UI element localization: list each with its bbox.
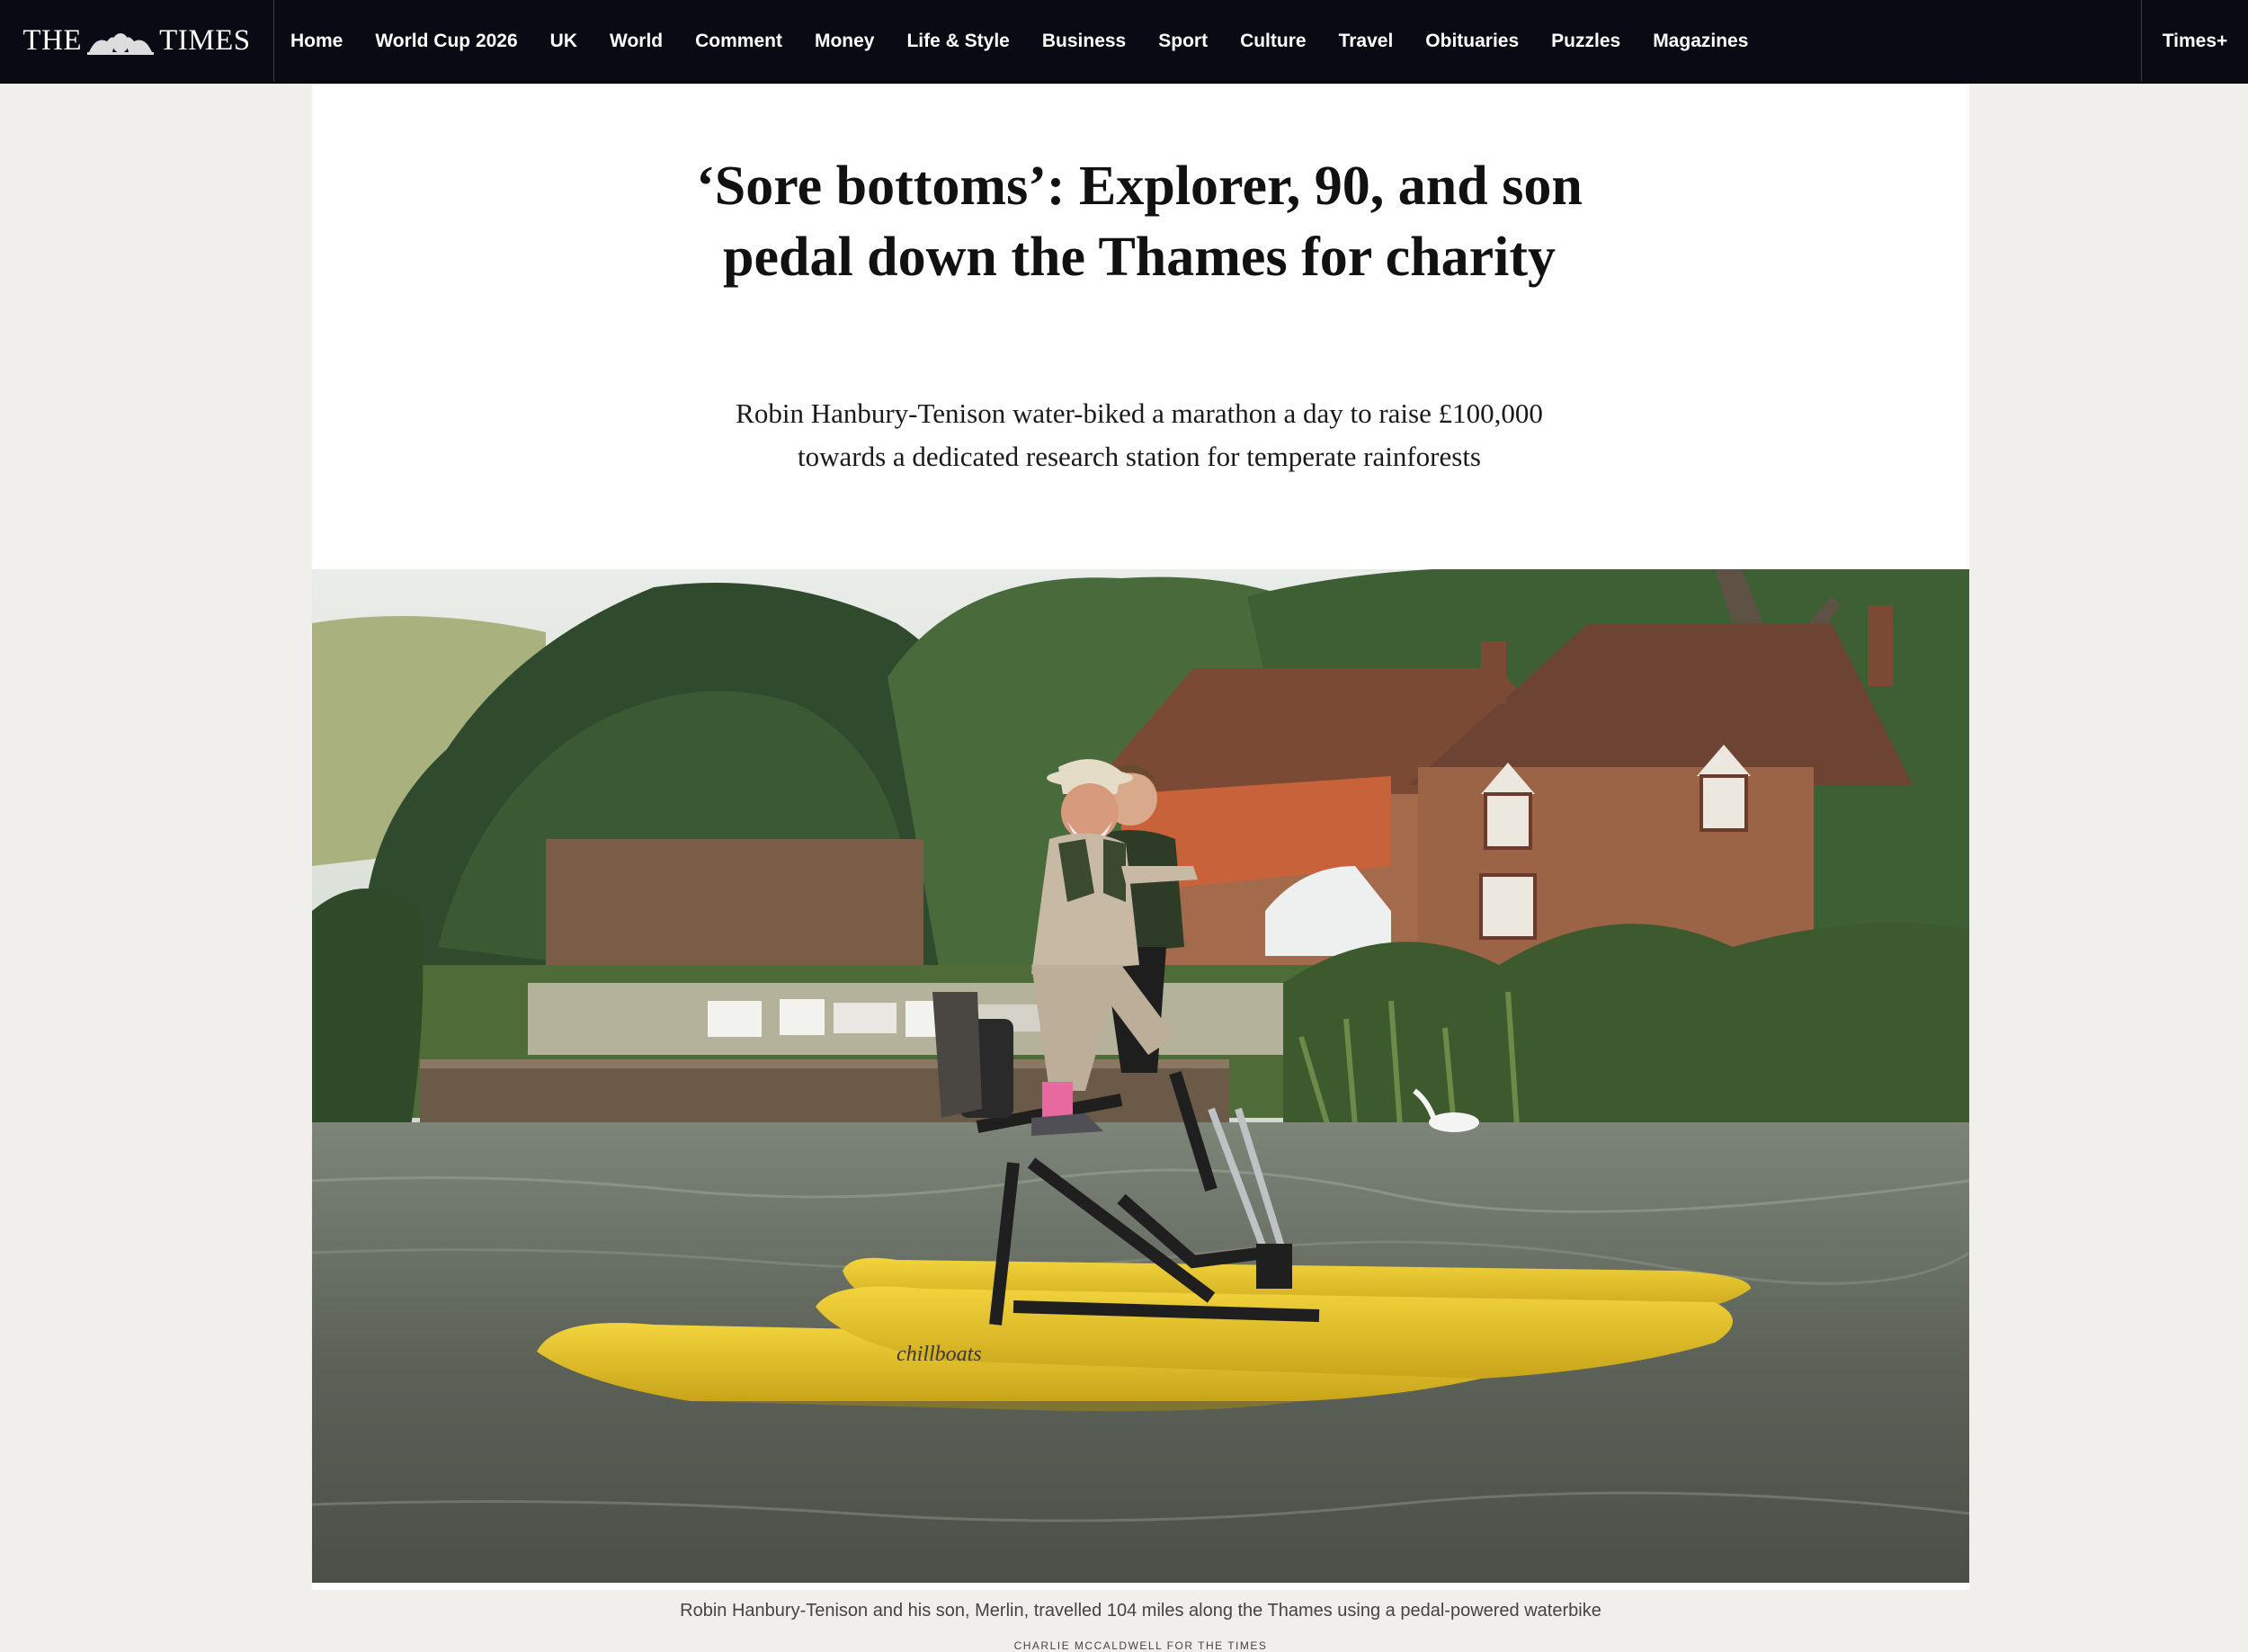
times-logo[interactable]: THE TIMES xyxy=(0,0,274,82)
nav-item-home[interactable]: Home xyxy=(290,31,343,52)
article-standfirst: Robin Hanbury-Tenison water-biked a mara… xyxy=(736,397,1543,472)
nav-item-uk[interactable]: UK xyxy=(550,31,577,52)
nav-item-money[interactable]: Money xyxy=(815,31,875,52)
hero-image: chillboats xyxy=(312,569,1969,1583)
top-navigation: THE TIMES Home World Cup 2026 UK World C… xyxy=(0,0,2248,84)
nav-item-puzzles[interactable]: Puzzles xyxy=(1551,31,1620,52)
logo-the: THE xyxy=(22,24,83,57)
article-headline: ‘Sore bottoms’: Explorer, 90, and son pe… xyxy=(696,156,1583,288)
nav-item-world-cup-2026[interactable]: World Cup 2026 xyxy=(375,31,517,52)
image-caption: Robin Hanbury-Tenison and his son, Merli… xyxy=(680,1601,1601,1621)
logo-times: TIMES xyxy=(159,24,251,57)
nav-item-world[interactable]: World xyxy=(610,31,663,52)
nav-item-sport[interactable]: Sport xyxy=(1158,31,1208,52)
section-menu: Home World Cup 2026 UK World Comment Mon… xyxy=(273,0,1780,82)
nav-item-business[interactable]: Business xyxy=(1042,31,1126,52)
nav-item-comment[interactable]: Comment xyxy=(695,31,782,52)
crest-icon xyxy=(87,32,155,55)
nav-item-magazines[interactable]: Magazines xyxy=(1653,31,1748,52)
times-plus-link[interactable]: Times+ xyxy=(2141,0,2248,82)
nav-item-travel[interactable]: Travel xyxy=(1339,31,1394,52)
waterbike-photo: chillboats xyxy=(312,569,1969,1583)
nav-item-obituaries[interactable]: Obituaries xyxy=(1425,31,1519,52)
nav-item-life-style[interactable]: Life & Style xyxy=(906,31,1009,52)
nav-item-culture[interactable]: Culture xyxy=(1240,31,1307,52)
boat-brand-label: chillboats xyxy=(897,1343,982,1366)
article: ‘Sore bottoms’: Explorer, 90, and son pe… xyxy=(312,84,1969,1652)
image-credit: CHARLIE MCCALDWELL FOR THE TIMES xyxy=(1013,1639,1268,1652)
